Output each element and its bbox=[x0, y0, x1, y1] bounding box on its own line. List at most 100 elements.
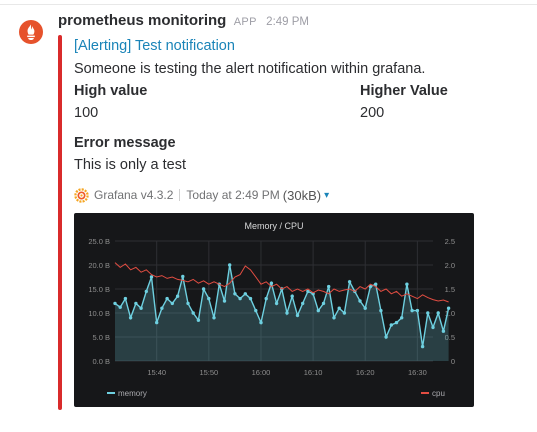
image-size-label: (30kB) bbox=[282, 187, 322, 203]
field-value-higher-value: 200 bbox=[360, 105, 385, 121]
memory-point bbox=[170, 301, 174, 306]
memory-cpu-chart: Memory / CPU 0.0 B 5.0 B 10.0 B 15.0 B 20.0 B… bbox=[88, 221, 455, 398]
memory-point bbox=[254, 308, 258, 313]
memory-point bbox=[196, 318, 201, 322]
memory-point bbox=[222, 299, 227, 303]
y-right-tick-label: 0 bbox=[451, 357, 455, 366]
memory-point bbox=[347, 280, 352, 284]
y-left-tick-label: 20.0 B bbox=[88, 261, 110, 270]
legend-cpu-label: cpu bbox=[432, 389, 445, 398]
memory-point bbox=[290, 294, 294, 298]
x-tick-label: 15:50 bbox=[199, 368, 218, 377]
chart-title: Memory / CPU bbox=[244, 221, 303, 231]
memory-point bbox=[144, 289, 148, 294]
memory-point bbox=[238, 296, 242, 301]
field-value-high-value: 100 bbox=[74, 105, 99, 121]
sender-name[interactable]: prometheus monitoring bbox=[58, 12, 226, 29]
chevron-down-icon[interactable]: ▾ bbox=[324, 190, 329, 201]
footer-app-name: Grafana v4.3.2 bbox=[94, 188, 174, 202]
memory-point bbox=[274, 301, 279, 306]
memory-point bbox=[186, 301, 190, 306]
memory-point bbox=[259, 320, 263, 325]
memory-point bbox=[175, 294, 180, 298]
memory-point bbox=[155, 320, 159, 325]
memory-point bbox=[415, 308, 420, 313]
attachment-footer: Grafana v4.3.2 Today at 2:49 PM (30kB) ▾ bbox=[74, 186, 329, 204]
y-right-tick-label: 2.5 bbox=[445, 237, 455, 246]
memory-point bbox=[295, 313, 300, 318]
memory-point bbox=[165, 296, 169, 301]
y-left-tick-label: 25.0 B bbox=[88, 237, 110, 246]
memory-point bbox=[207, 296, 211, 301]
memory-point bbox=[113, 301, 117, 306]
footer-separator bbox=[179, 189, 181, 201]
memory-point bbox=[212, 316, 216, 320]
x-tick-label: 15:40 bbox=[147, 368, 166, 377]
chart-image[interactable]: Memory / CPU 0.0 B 5.0 B 10.0 B 15.0 B 20.0 B… bbox=[74, 213, 474, 407]
memory-point bbox=[405, 282, 409, 286]
memory-point bbox=[410, 308, 414, 313]
app-badge: APP bbox=[233, 16, 257, 28]
prometheus-logo-icon bbox=[19, 20, 43, 44]
field-value-error-message: This is only a test bbox=[74, 157, 187, 173]
memory-point bbox=[248, 296, 253, 301]
memory-point bbox=[160, 306, 164, 310]
message-timestamp[interactable]: 2:49 PM bbox=[266, 16, 309, 28]
memory-point bbox=[123, 296, 128, 301]
memory-point bbox=[337, 306, 341, 310]
memory-point bbox=[420, 344, 425, 349]
memory-point bbox=[394, 320, 399, 325]
attachment-color-bar bbox=[58, 35, 62, 410]
memory-point bbox=[269, 281, 274, 285]
memory-point bbox=[134, 301, 138, 306]
x-tick-label: 16:00 bbox=[252, 368, 271, 377]
memory-point bbox=[426, 311, 430, 315]
memory-point bbox=[128, 316, 133, 320]
memory-point bbox=[181, 274, 185, 279]
attachment-text: Someone is testing the alert notificatio… bbox=[74, 61, 426, 77]
memory-point bbox=[321, 301, 326, 306]
memory-point bbox=[149, 275, 154, 279]
legend-memory-label: memory bbox=[118, 389, 147, 398]
grafana-logo-icon bbox=[74, 187, 89, 203]
y-left-tick-label: 10.0 B bbox=[88, 309, 110, 318]
memory-point bbox=[374, 282, 378, 286]
memory-point bbox=[342, 311, 347, 315]
attachment-title-link[interactable]: [Alerting] Test notification bbox=[74, 37, 235, 55]
memory-point bbox=[436, 311, 440, 315]
memory-point bbox=[446, 306, 451, 310]
memory-point bbox=[379, 308, 383, 313]
memory-point bbox=[327, 284, 331, 289]
memory-point bbox=[233, 292, 237, 296]
field-title-high-value: High value bbox=[74, 83, 148, 99]
memory-point bbox=[264, 296, 268, 301]
memory-point bbox=[441, 329, 446, 333]
memory-point bbox=[400, 316, 404, 320]
y-left-tick-label: 5.0 B bbox=[92, 333, 110, 342]
y-right-tick-label: 2.0 bbox=[445, 261, 455, 270]
memory-point bbox=[316, 308, 320, 313]
memory-point bbox=[243, 292, 247, 296]
x-tick-label: 16:10 bbox=[304, 368, 323, 377]
memory-point bbox=[285, 311, 289, 315]
x-tick-label: 16:20 bbox=[356, 368, 375, 377]
memory-point bbox=[228, 263, 232, 267]
y-left-tick-label: 0.0 B bbox=[92, 357, 110, 366]
y-left-tick-label: 15.0 B bbox=[88, 285, 110, 294]
field-title-error-message: Error message bbox=[74, 135, 176, 151]
memory-point bbox=[191, 311, 195, 315]
memory-point bbox=[363, 306, 367, 310]
x-tick-label: 16:30 bbox=[408, 368, 427, 377]
memory-point bbox=[201, 287, 206, 291]
memory-point bbox=[301, 301, 305, 306]
message-header: prometheus monitoring APP 2:49 PM bbox=[58, 11, 309, 32]
field-title-higher-value: Higher Value bbox=[360, 83, 448, 99]
memory-point bbox=[358, 299, 362, 303]
divider bbox=[0, 4, 537, 5]
memory-point bbox=[431, 325, 435, 330]
memory-point bbox=[139, 306, 143, 310]
memory-point bbox=[118, 305, 122, 309]
footer-timestamp: Today at 2:49 PM bbox=[186, 188, 280, 202]
y-right-tick-label: 1.5 bbox=[445, 285, 455, 294]
memory-point bbox=[384, 335, 388, 339]
